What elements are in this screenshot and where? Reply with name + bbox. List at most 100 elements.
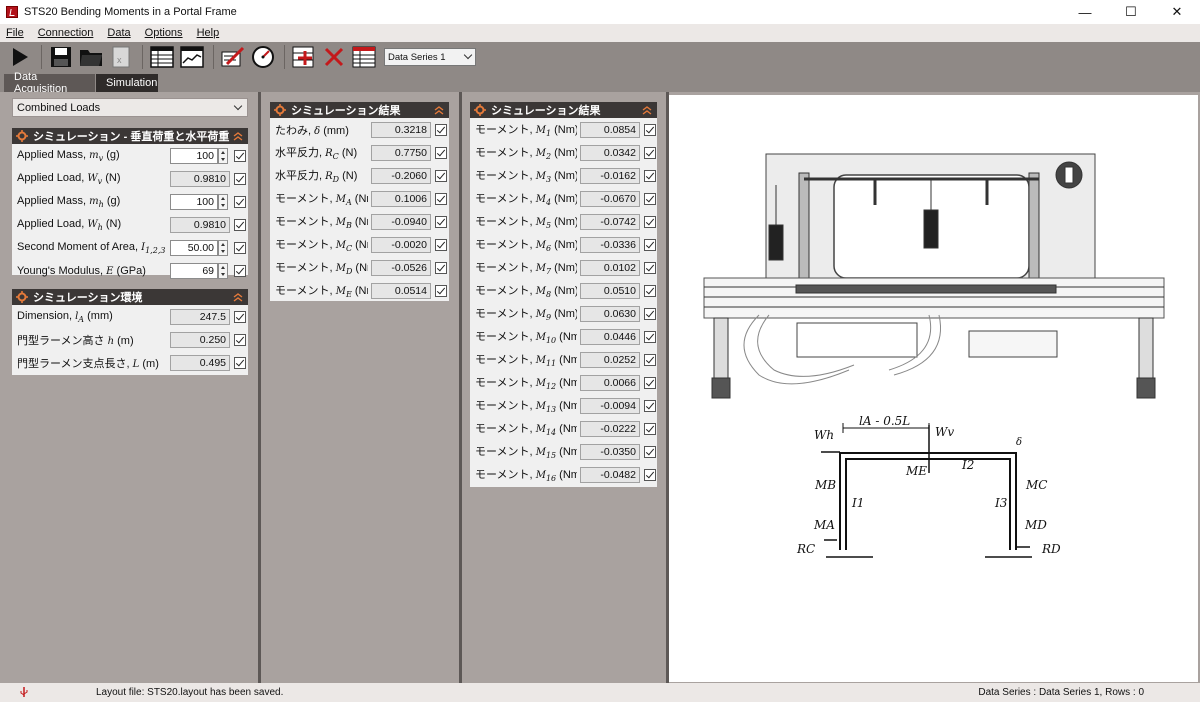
edit-calibrate-icon[interactable] [219, 44, 247, 70]
param-input[interactable]: 100 [170, 147, 218, 164]
save-icon[interactable] [47, 44, 75, 70]
tab-data-acquisition[interactable]: Data Acquisition [4, 71, 95, 95]
menu-file[interactable]: File [6, 27, 24, 39]
log-checkbox[interactable] [644, 284, 656, 297]
portal-frame-diagram [821, 423, 1032, 558]
svg-text:MA: MA [813, 518, 835, 532]
param-symbol: M2 [535, 148, 552, 161]
param-row: 水平反力, RD (N) -0.2060 [270, 164, 449, 187]
param-value: -0.0336 [580, 236, 640, 253]
collapse-icon[interactable] [434, 105, 444, 115]
log-checkbox[interactable] [644, 330, 656, 343]
param-input[interactable]: 100 [170, 193, 218, 210]
param-input[interactable]: 50.00 [170, 239, 218, 256]
log-checkbox[interactable] [644, 238, 656, 251]
panel-header: シミュレーション結果 [270, 102, 449, 118]
menu-help[interactable]: Help [197, 27, 220, 39]
log-checkbox[interactable] [234, 172, 246, 185]
log-checkbox[interactable] [435, 192, 447, 205]
log-checkbox[interactable] [435, 261, 447, 274]
param-row: モーメント, M7 (Nm) 0.0102 [470, 256, 657, 279]
chart-icon[interactable] [178, 44, 206, 70]
menu-options[interactable]: Options [145, 27, 183, 39]
svg-text:I3: I3 [994, 496, 1008, 510]
log-checkbox[interactable] [644, 445, 656, 458]
open-folder-icon[interactable] [77, 44, 105, 70]
log-checkbox[interactable] [234, 218, 246, 231]
log-checkbox[interactable] [644, 399, 656, 412]
param-row: Dimension, lA (mm) 247.5 [12, 305, 248, 328]
menu-data[interactable]: Data [107, 27, 130, 39]
usb-connection-icon [20, 687, 28, 697]
param-symbol: Wv [87, 172, 103, 186]
log-checkbox[interactable] [234, 264, 246, 277]
log-checkbox[interactable] [435, 146, 447, 159]
play-icon[interactable] [6, 44, 34, 70]
maximize-button[interactable]: ☐ [1108, 0, 1154, 24]
log-checkbox[interactable] [234, 333, 246, 346]
log-checkbox[interactable] [644, 353, 656, 366]
export-excel-icon[interactable]: x [107, 44, 135, 70]
log-checkbox[interactable] [435, 169, 447, 182]
close-button[interactable]: ✕ [1154, 0, 1200, 24]
param-label: Applied Mass, mv (g) [17, 148, 120, 163]
table-edit-icon[interactable] [350, 44, 378, 70]
param-value: -0.0094 [580, 397, 640, 414]
spinner-stepper[interactable] [218, 193, 228, 210]
spinner-stepper[interactable] [218, 147, 228, 164]
log-checkbox[interactable] [435, 238, 447, 251]
param-input[interactable]: 69 [170, 262, 218, 279]
gauge-icon[interactable] [249, 44, 277, 70]
load-case-select[interactable]: Combined Loads [12, 98, 248, 117]
log-checkbox[interactable] [644, 376, 656, 389]
log-checkbox[interactable] [234, 241, 246, 254]
param-label: モーメント, MA (Nm) [275, 193, 368, 207]
log-checkbox[interactable] [234, 310, 246, 323]
log-checkbox[interactable] [234, 149, 246, 162]
add-row-icon[interactable] [290, 44, 318, 70]
log-checkbox[interactable] [234, 195, 246, 208]
log-checkbox[interactable] [644, 146, 656, 159]
table-icon[interactable] [148, 44, 176, 70]
log-checkbox[interactable] [644, 422, 656, 435]
log-checkbox[interactable] [435, 123, 447, 136]
collapse-icon[interactable] [233, 131, 243, 141]
collapse-icon[interactable] [642, 105, 652, 115]
log-checkbox[interactable] [644, 468, 656, 481]
param-label: モーメント, M6 (Nm) [475, 239, 577, 253]
log-checkbox[interactable] [644, 215, 656, 228]
log-checkbox[interactable] [644, 192, 656, 205]
chevron-down-icon [463, 50, 473, 60]
simulation-results-panel-2: シミュレーション結果 モーメント, M1 (Nm) 0.0854 モーメント, M2… [470, 102, 657, 487]
menu-bar: File Connection Data Options Help [0, 24, 1200, 42]
tab-simulation[interactable]: Simulation [96, 74, 158, 92]
log-checkbox[interactable] [644, 123, 656, 136]
menu-connection[interactable]: Connection [38, 27, 94, 39]
param-value: -0.0526 [371, 259, 431, 276]
param-label: モーメント, M9 (Nm) [475, 308, 577, 322]
param-label: たわみ, δ (mm) [275, 124, 349, 137]
app-logo-icon [6, 6, 18, 18]
log-checkbox[interactable] [644, 169, 656, 182]
param-symbol: M5 [535, 217, 552, 230]
spinner-stepper[interactable] [218, 262, 228, 279]
data-series-select[interactable]: Data Series 1 [384, 48, 476, 66]
log-checkbox[interactable] [644, 307, 656, 320]
svg-text:Wh: Wh [814, 428, 834, 442]
simulation-environment-panel: シミュレーション環境 Dimension, lA (mm) 247.5 門型ラーメン… [12, 289, 248, 375]
log-checkbox[interactable] [644, 261, 656, 274]
log-checkbox[interactable] [435, 284, 447, 297]
param-row: モーメント, M9 (Nm) 0.0630 [470, 302, 657, 325]
param-value: 0.0066 [580, 374, 640, 391]
param-label: モーメント, M7 (Nm) [475, 262, 577, 276]
delete-icon[interactable] [320, 44, 348, 70]
minimize-button[interactable]: — [1062, 0, 1108, 24]
param-value: -0.2060 [371, 167, 431, 184]
log-checkbox[interactable] [234, 356, 246, 369]
main-area: Combined Loads シミュレーション - 垂直荷重と水平荷重 Appl… [0, 92, 1200, 683]
spinner-stepper[interactable] [218, 239, 228, 256]
param-row: モーメント, M1 (Nm) 0.0854 [470, 118, 657, 141]
log-checkbox[interactable] [435, 215, 447, 228]
column-divider [459, 92, 462, 683]
collapse-icon[interactable] [233, 292, 243, 302]
